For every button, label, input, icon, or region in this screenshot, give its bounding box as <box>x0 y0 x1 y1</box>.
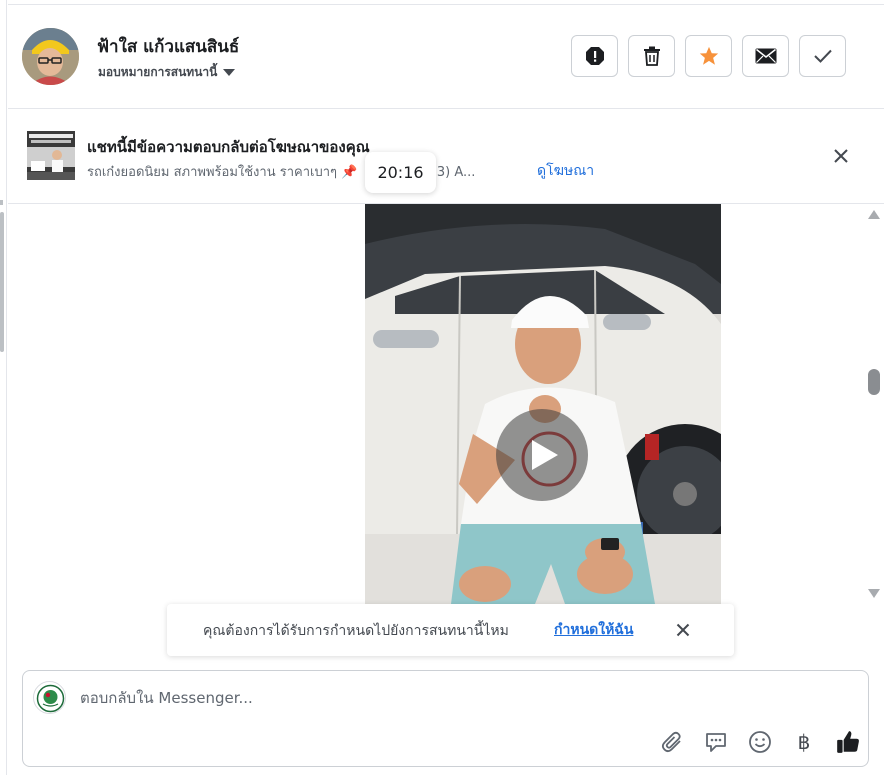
video-message[interactable] <box>365 204 721 604</box>
close-banner-button[interactable] <box>829 144 853 168</box>
trash-icon <box>643 46 660 66</box>
envelope-icon <box>755 48 776 64</box>
assign-conversation-dropdown[interactable]: มอบหมายการสนทนานี้ <box>98 63 236 82</box>
alert-octagon-icon <box>585 47 604 65</box>
page-avatar <box>33 681 66 714</box>
message-scrollbar-thumb[interactable] <box>868 369 880 395</box>
star-button[interactable] <box>685 35 732 77</box>
emoji-button[interactable] <box>745 727 775 757</box>
assign-label: มอบหมายการสนทนานี้ <box>98 65 218 79</box>
pin-icon: 📌 <box>341 165 358 180</box>
close-icon <box>676 623 690 637</box>
mark-unread-button[interactable] <box>742 35 789 77</box>
delete-button[interactable] <box>628 35 675 77</box>
paperclip-icon <box>661 731 681 753</box>
assign-prompt: คุณต้องการได้รับการกำหนดไปยังการสนทนานี้… <box>167 604 734 656</box>
view-ad-link[interactable]: ดูโฆษณา <box>537 160 594 182</box>
ad-reply-banner: แชทนี้มีข้อความตอบกลับต่อโฆษณาของคุณ รถเ… <box>8 109 884 204</box>
conversation-header: ฟ้าใส แก้วแสนสินธ์ มอบหมายการสนทนานี้ <box>8 5 884 109</box>
play-icon <box>532 440 558 470</box>
ad-banner-title: แชทนี้มีข้อความตอบกลับต่อโฆษณาของคุณ <box>87 138 370 156</box>
like-button[interactable] <box>833 727 863 757</box>
composer-tools: ฿ <box>657 727 863 757</box>
attach-button[interactable] <box>657 727 687 757</box>
contact-avatar[interactable] <box>22 28 79 85</box>
header-actions <box>571 35 846 77</box>
assign-to-me-link[interactable]: กำหนดให้ฉัน <box>554 619 633 641</box>
ad-description-text: รถเก๋งยอดนิยม สภาพพร้อมใช้งาน ราคาเบาๆ <box>87 165 337 180</box>
star-icon <box>699 46 718 65</box>
saved-replies-button[interactable] <box>701 727 731 757</box>
left-scroll-arrow[interactable] <box>0 200 3 205</box>
assign-prompt-text: คุณต้องการได้รับการกำหนดไปยังการสนทนานี้… <box>203 623 509 639</box>
left-panel-edge <box>0 0 7 775</box>
baht-icon: ฿ <box>797 730 811 754</box>
timestamp-tooltip: 20:16 <box>365 152 436 193</box>
close-icon <box>834 149 848 163</box>
ad-thumbnail[interactable] <box>27 131 75 180</box>
thumbs-up-icon <box>837 731 859 753</box>
reply-input[interactable] <box>80 689 780 707</box>
mark-spam-button[interactable] <box>571 35 618 77</box>
contact-name[interactable]: ฟ้าใส แก้วแสนสินธ์ <box>97 33 239 60</box>
video-thumbnail <box>365 204 721 604</box>
scroll-up-arrow[interactable] <box>868 210 880 219</box>
payment-button[interactable]: ฿ <box>789 727 819 757</box>
chevron-down-icon <box>223 69 236 76</box>
checkmark-icon <box>813 49 832 63</box>
saved-replies-icon <box>706 733 726 752</box>
mark-done-button[interactable] <box>799 35 846 77</box>
scroll-down-arrow[interactable] <box>868 589 880 598</box>
close-prompt-button[interactable] <box>672 619 694 641</box>
message-thread <box>8 204 884 670</box>
emoji-icon <box>749 731 771 753</box>
play-button[interactable] <box>496 409 588 501</box>
left-scrollbar-thumb[interactable] <box>0 212 4 352</box>
reply-composer: ฿ <box>22 670 869 767</box>
